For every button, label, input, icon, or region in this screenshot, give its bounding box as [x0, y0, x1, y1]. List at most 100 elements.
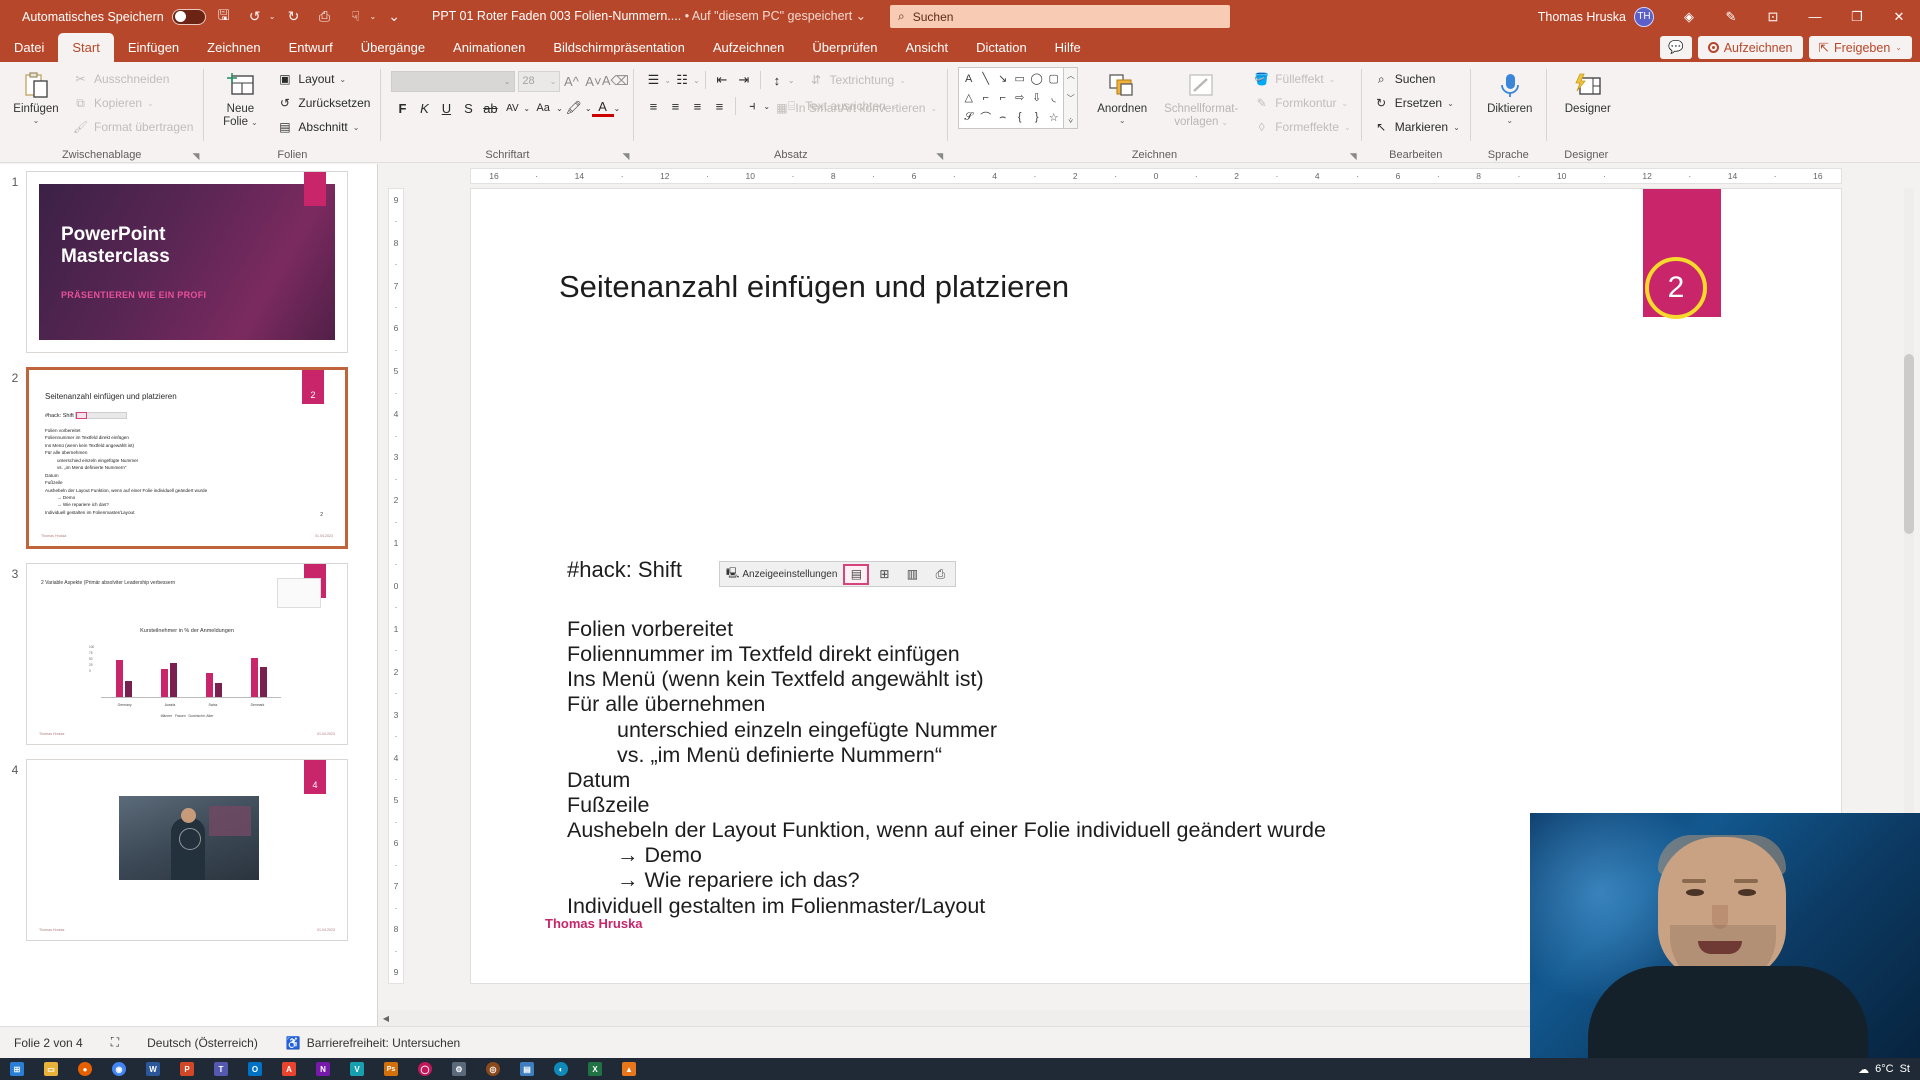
tab-einfuegen[interactable]: Einfügen: [114, 33, 193, 62]
shape-right-brace-icon[interactable]: }: [1028, 108, 1045, 127]
notepad-icon[interactable]: ▤: [510, 1058, 544, 1080]
slide-notes-indicator-icon[interactable]: ⛶: [97, 1035, 133, 1050]
dictate-button[interactable]: Diktieren ⌄: [1481, 67, 1539, 125]
undo-caret-icon[interactable]: ⌄: [269, 12, 276, 21]
shape-left-brace-icon[interactable]: {: [1011, 108, 1028, 127]
new-slide-button[interactable]: Neue Folie ⌄: [211, 67, 269, 129]
thumbnail-row-1[interactable]: 1 PowerPoint Masterclass PRÄSENTIEREN WI…: [0, 164, 377, 360]
designer-button[interactable]: Designer: [1557, 67, 1619, 116]
tab-aufzeichnen[interactable]: Aufzeichnen: [699, 33, 799, 62]
shape-folded-corner-icon[interactable]: ◟: [1045, 88, 1062, 107]
display-settings-item[interactable]: 🖳 Anzeigeeinstellungen: [722, 566, 841, 583]
paste-caret-icon[interactable]: ⌄: [33, 116, 40, 125]
undo-icon[interactable]: ↺: [242, 4, 268, 30]
tab-datei[interactable]: Datei: [0, 33, 58, 62]
slide-counter[interactable]: Folie 2 von 4: [0, 1036, 97, 1050]
word-icon[interactable]: W: [136, 1058, 170, 1080]
diamond-icon[interactable]: ◈: [1668, 0, 1710, 33]
italic-button[interactable]: K: [413, 97, 435, 119]
start-button[interactable]: ⊞: [0, 1058, 34, 1080]
font-size-caret-icon[interactable]: ⌄: [550, 77, 557, 86]
shape-ellipse-icon[interactable]: ◯: [1028, 69, 1045, 88]
weather-indicator[interactable]: ☁ 6°C St: [1858, 1063, 1910, 1076]
thumbnail-slide-2[interactable]: 2 Seitenanzahl einfügen und platzieren #…: [26, 367, 348, 549]
comments-button[interactable]: 💬: [1660, 36, 1692, 59]
drawing-dialog-launcher-icon[interactable]: ◥: [1350, 151, 1357, 162]
settings-icon[interactable]: ⚙: [442, 1058, 476, 1080]
align-center-icon[interactable]: ≡: [664, 95, 686, 117]
bullets-icon[interactable]: ☰: [642, 69, 664, 91]
vertical-scrollbar-thumb[interactable]: [1904, 354, 1914, 534]
thumbnail-slide-3[interactable]: 3 2 Variable Aspekte (Primär absolviter …: [26, 563, 348, 745]
replace-caret-icon[interactable]: ⌄: [1447, 99, 1454, 108]
underline-button[interactable]: U: [435, 97, 457, 119]
language-indicator[interactable]: Deutsch (Österreich): [133, 1036, 272, 1050]
shape-elbow-connector-icon[interactable]: ⌐: [977, 88, 994, 107]
save-location-caret-icon[interactable]: ⌄: [856, 9, 866, 23]
slide-title[interactable]: Seitenanzahl einfügen und platzieren: [559, 269, 1069, 305]
clipboard-dialog-launcher-icon[interactable]: ◥: [192, 151, 199, 162]
obs-icon[interactable]: ◯: [408, 1058, 442, 1080]
numbering-icon[interactable]: ☷: [671, 69, 693, 91]
replace-button[interactable]: ↻ Ersetzen ⌄: [1370, 91, 1457, 115]
decrease-indent-icon[interactable]: ⇤: [711, 69, 733, 91]
text-shadow-button[interactable]: S: [457, 97, 479, 119]
avatar[interactable]: TH: [1634, 6, 1654, 27]
tab-uebergaenge[interactable]: Übergänge: [347, 33, 439, 62]
shape-line-icon[interactable]: ╲: [977, 69, 994, 88]
select-button[interactable]: ↖ Markieren ⌄: [1370, 115, 1463, 139]
slide-body-text[interactable]: Folien vorbereitet Foliennummer im Textf…: [567, 617, 1326, 919]
shapes-more-icon[interactable]: ⩒: [1068, 116, 1073, 126]
teams-icon[interactable]: T: [204, 1058, 238, 1080]
paragraph-dialog-launcher-icon[interactable]: ◥: [936, 151, 943, 162]
case-caret-icon[interactable]: ⌄: [556, 104, 563, 113]
photoshop-icon[interactable]: Ps: [374, 1058, 408, 1080]
disc-icon[interactable]: ◎: [476, 1058, 510, 1080]
section-button[interactable]: ▤ Abschnitt ⌄: [273, 115, 373, 139]
scroll-left-icon[interactable]: ◀: [378, 1014, 394, 1023]
font-size-input[interactable]: 28 ⌄: [518, 70, 561, 92]
find-button[interactable]: ⌕ Suchen: [1370, 67, 1439, 91]
tab-bildschirmpraesentation[interactable]: Bildschirmpräsentation: [539, 33, 699, 62]
tab-animationen[interactable]: Animationen: [439, 33, 539, 62]
layout-caret-icon[interactable]: ⌄: [339, 75, 346, 84]
reset-button[interactable]: ↺ Zurücksetzen: [273, 91, 373, 115]
align-right-icon[interactable]: ≡: [686, 95, 708, 117]
display-settings-toolbar[interactable]: 🖳 Anzeigeeinstellungen ▤ ⊞ ▥ ⎙: [719, 561, 957, 587]
font-color-caret-icon[interactable]: ⌄: [614, 104, 621, 113]
shape-curve-icon[interactable]: ⌒: [977, 108, 994, 127]
font-color-icon[interactable]: A: [591, 99, 614, 117]
tab-hilfe[interactable]: Hilfe: [1041, 33, 1095, 62]
line-spacing-caret-icon[interactable]: ⌄: [788, 76, 795, 85]
align-left-icon[interactable]: ≡: [642, 95, 664, 117]
tab-entwurf[interactable]: Entwurf: [275, 33, 347, 62]
shape-textbox-icon[interactable]: A: [960, 69, 977, 88]
chevron-down-icon[interactable]: ⌄: [1895, 43, 1902, 52]
thumbnail-row-2[interactable]: 2 2 Seitenanzahl einfügen und platzieren…: [0, 360, 377, 556]
shape-down-arrow-icon[interactable]: ⇩: [1028, 88, 1045, 107]
thumbnail-slide-4[interactable]: 4 Thomas Hruska 01.04.2023: [26, 759, 348, 941]
acrobat-icon[interactable]: A: [272, 1058, 306, 1080]
shape-arrow-icon[interactable]: ↘: [994, 69, 1011, 88]
character-spacing-button[interactable]: AV: [501, 97, 523, 119]
touch-mode-icon[interactable]: ☟: [342, 4, 368, 30]
outlook-icon[interactable]: O: [238, 1058, 272, 1080]
section-caret-icon[interactable]: ⌄: [353, 123, 360, 132]
new-slide-caret-icon[interactable]: ⌄: [251, 118, 258, 127]
tab-dictation[interactable]: Dictation: [962, 33, 1041, 62]
tab-zeichnen[interactable]: Zeichnen: [193, 33, 274, 62]
onenote-icon[interactable]: N: [306, 1058, 340, 1080]
camtasia-icon[interactable]: V: [340, 1058, 374, 1080]
shapes-scroll-down-icon[interactable]: ﹀: [1067, 93, 1075, 104]
strikethrough-button[interactable]: ab: [479, 97, 501, 119]
spacing-caret-icon[interactable]: ⌄: [523, 104, 530, 113]
increase-indent-icon[interactable]: ⇥: [733, 69, 755, 91]
normal-view-button[interactable]: ▤: [843, 563, 870, 585]
powerpoint-icon[interactable]: P: [170, 1058, 204, 1080]
slide-hack-text[interactable]: #hack: Shift: [567, 557, 682, 583]
shapes-scroll-up-icon[interactable]: ︿: [1067, 70, 1075, 81]
slide-thumbnail-pane[interactable]: 1 PowerPoint Masterclass PRÄSENTIEREN WI…: [0, 164, 378, 1026]
user-name[interactable]: Thomas Hruska: [1538, 10, 1626, 24]
ribbon-display-icon[interactable]: ⊡: [1752, 0, 1794, 33]
shapes-gallery-scrollbar[interactable]: ︿ ﹀ ⩒: [1064, 67, 1079, 129]
